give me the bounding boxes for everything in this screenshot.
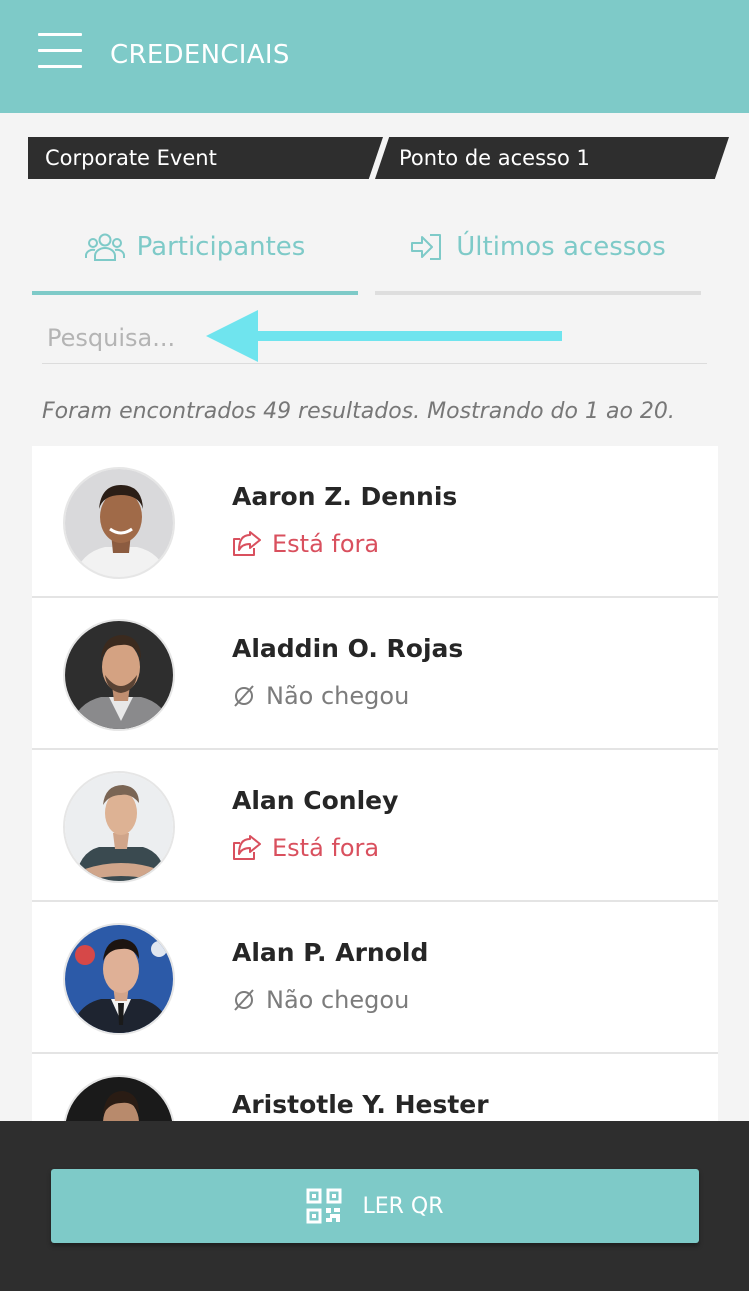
avatar — [63, 619, 175, 731]
app-header: CREDENCIAIS — [0, 0, 749, 113]
list-item[interactable]: Aaron Z. Dennis Está fora — [32, 446, 718, 598]
sign-in-icon — [411, 234, 442, 260]
participant-name: Aladdin O. Rojas — [232, 634, 464, 663]
read-qr-label: LER QR — [362, 1193, 444, 1219]
participant-name: Aaron Z. Dennis — [232, 482, 458, 511]
participant-status: Não chegou — [232, 680, 409, 712]
qr-code-icon — [306, 1188, 342, 1224]
hamburger-menu-icon[interactable] — [38, 33, 82, 69]
participant-status-label: Está fora — [272, 834, 380, 862]
participant-status: Está fora — [232, 832, 379, 864]
list-item[interactable]: Aristotle Y. Hester — [32, 1054, 718, 1121]
breadcrumb-event[interactable]: Corporate Event — [28, 137, 383, 179]
avatar — [63, 467, 175, 579]
participant-status-label: Está fora — [272, 530, 380, 558]
participant-name: Alan Conley — [232, 786, 399, 815]
arrow-annotation-icon — [206, 310, 562, 362]
tab-participants-label: Participantes — [136, 232, 306, 262]
empty-set-icon — [234, 685, 254, 707]
tab-indicator-inactive — [375, 291, 701, 295]
avatar — [63, 1075, 175, 1121]
participants-list: Aaron Z. Dennis Está fora Aladdin O. Roj… — [32, 446, 718, 1121]
participant-name: Aristotle Y. Hester — [232, 1090, 489, 1119]
participant-status-label: Não chegou — [266, 986, 410, 1014]
avatar — [63, 923, 175, 1035]
tab-participants[interactable]: Participantes — [32, 222, 358, 272]
participant-name: Alan P. Arnold — [232, 938, 429, 967]
list-item[interactable]: Alan P. Arnold Não chegou — [32, 902, 718, 1054]
share-out-icon — [233, 531, 261, 556]
empty-set-icon — [234, 989, 254, 1011]
users-icon — [84, 233, 125, 261]
list-item[interactable]: Aladdin O. Rojas Não chegou — [32, 598, 718, 750]
page-title: CREDENCIAIS — [110, 40, 290, 70]
results-summary: Foram encontrados 49 resultados. Mostran… — [42, 399, 675, 424]
tab-last-accesses-label: Últimos acessos — [456, 232, 666, 262]
breadcrumb-access-point[interactable]: Ponto de acesso 1 — [375, 137, 729, 179]
participant-status: Está fora — [232, 528, 379, 560]
tab-last-accesses[interactable]: Últimos acessos — [375, 222, 701, 272]
share-out-icon — [233, 835, 261, 860]
participant-status-label: Não chegou — [266, 682, 410, 710]
participant-status: Não chegou — [232, 984, 409, 1016]
read-qr-button[interactable]: LER QR — [51, 1169, 699, 1243]
list-item[interactable]: Alan Conley Está fora — [32, 750, 718, 902]
avatar — [63, 771, 175, 883]
tab-indicator-active — [32, 291, 358, 295]
